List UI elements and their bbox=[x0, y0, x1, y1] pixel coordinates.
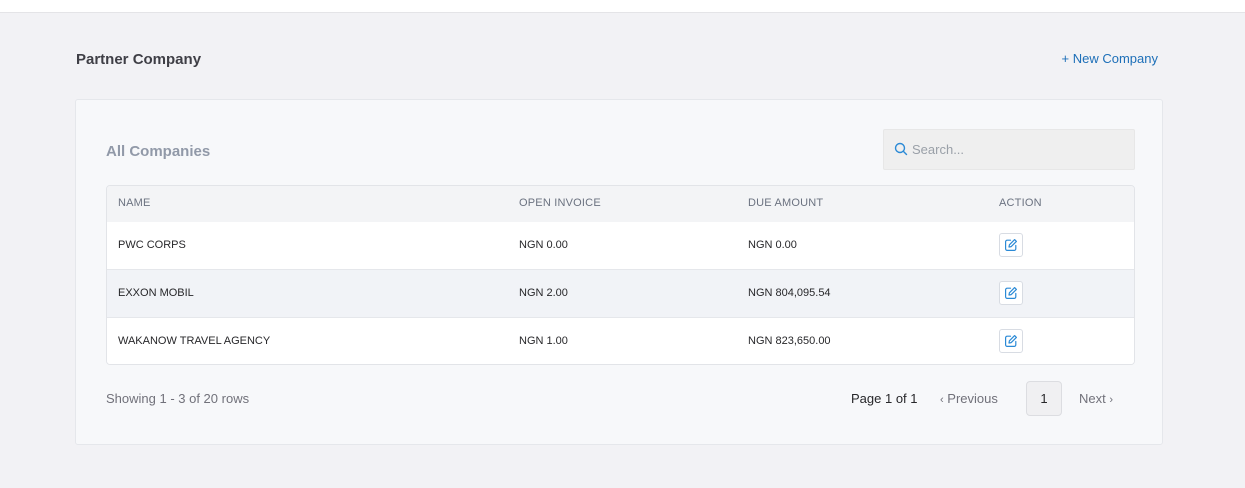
previous-label: Previous bbox=[947, 391, 998, 406]
next-page-button[interactable]: Next › bbox=[1079, 391, 1113, 406]
previous-page-button[interactable]: ‹ Previous bbox=[940, 391, 998, 406]
edit-icon bbox=[1005, 287, 1017, 299]
next-label: Next bbox=[1079, 391, 1106, 406]
chevron-right-icon: › bbox=[1109, 394, 1114, 406]
column-header-action: ACTION bbox=[999, 197, 1042, 209]
chevron-left-icon: ‹ bbox=[940, 394, 944, 406]
open-invoice: NGN 0.00 bbox=[519, 239, 568, 251]
company-name: EXXON MOBIL bbox=[118, 287, 194, 299]
rows-count-text: Showing 1 - 3 of 20 rows bbox=[106, 391, 250, 406]
due-amount: NGN 0.00 bbox=[748, 239, 797, 251]
edit-button[interactable] bbox=[999, 329, 1023, 353]
table-row[interactable]: PWC CORPS NGN 0.00 NGN 0.00 bbox=[107, 222, 1134, 270]
table-header: NAME OPEN INVOICE DUE AMOUNT ACTION bbox=[107, 186, 1134, 223]
table-row[interactable]: WAKANOW TRAVEL AGENCY NGN 1.00 NGN 823,6… bbox=[107, 318, 1134, 364]
search-icon bbox=[894, 142, 910, 158]
page-indicator: Page 1 of 1 bbox=[851, 391, 918, 406]
card-title: All Companies bbox=[106, 143, 211, 160]
search-box[interactable] bbox=[883, 129, 1135, 170]
table-row[interactable]: EXXON MOBIL NGN 2.00 NGN 804,095.54 bbox=[107, 270, 1134, 318]
page-header: Partner Company + New Company bbox=[76, 50, 1158, 70]
page-number-button[interactable]: 1 bbox=[1026, 381, 1062, 416]
top-bar bbox=[0, 0, 1245, 13]
open-invoice: NGN 1.00 bbox=[519, 335, 568, 347]
search-input[interactable] bbox=[912, 130, 1122, 169]
new-company-button[interactable]: + New Company bbox=[1062, 51, 1158, 66]
page-title: Partner Company bbox=[76, 51, 202, 68]
companies-table: NAME OPEN INVOICE DUE AMOUNT ACTION PWC … bbox=[106, 185, 1135, 365]
due-amount: NGN 804,095.54 bbox=[748, 287, 831, 299]
company-name: PWC CORPS bbox=[118, 239, 186, 251]
column-header-name[interactable]: NAME bbox=[118, 197, 151, 209]
companies-card: All Companies NAME OPEN INVOICE DUE AMOU… bbox=[75, 99, 1163, 445]
column-header-open-invoice[interactable]: OPEN INVOICE bbox=[519, 197, 601, 209]
edit-icon bbox=[1005, 335, 1017, 347]
column-header-due-amount[interactable]: DUE AMOUNT bbox=[748, 197, 823, 209]
due-amount: NGN 823,650.00 bbox=[748, 335, 831, 347]
open-invoice: NGN 2.00 bbox=[519, 287, 568, 299]
edit-button[interactable] bbox=[999, 233, 1023, 257]
edit-button[interactable] bbox=[999, 281, 1023, 305]
edit-icon bbox=[1005, 239, 1017, 251]
company-name: WAKANOW TRAVEL AGENCY bbox=[118, 335, 271, 347]
